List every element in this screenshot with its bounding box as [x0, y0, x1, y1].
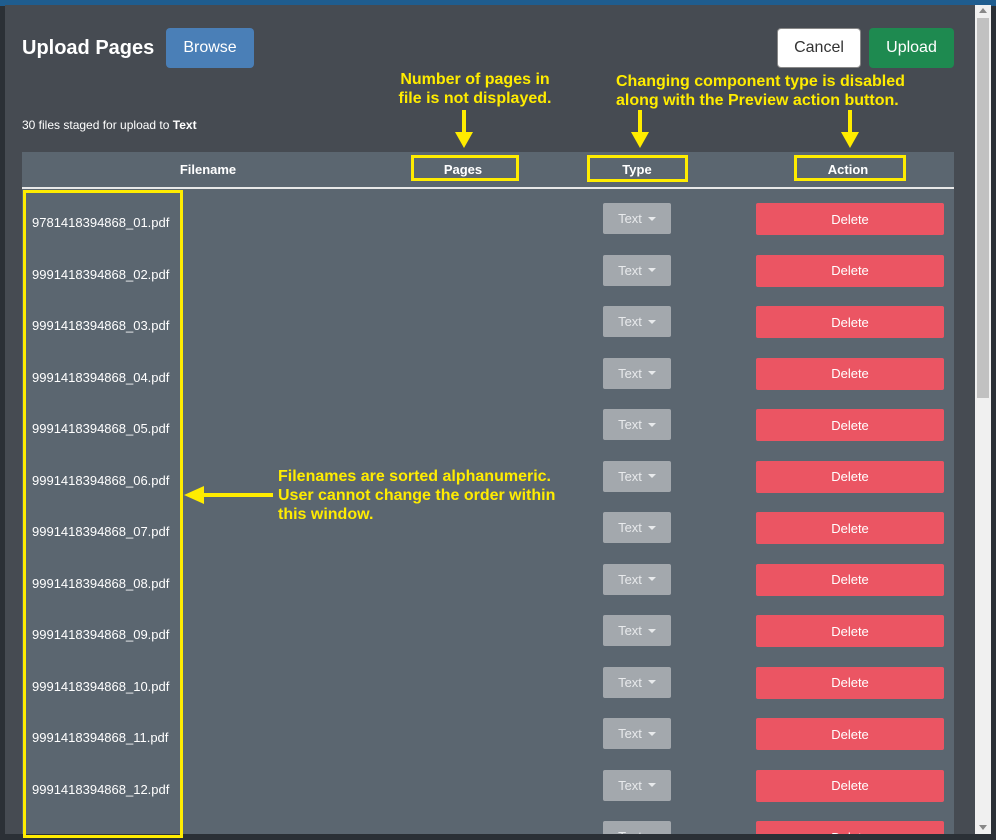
row-type-dropdown: Text: [603, 512, 671, 543]
row-type-dropdown: Text: [603, 306, 671, 337]
caret-down-icon: [647, 577, 656, 581]
annotation-pages-note-line1: Number of pages in: [400, 71, 550, 88]
staged-status: 30 files staged for upload to Text: [22, 118, 197, 132]
row-type-label: Text: [618, 520, 642, 535]
browse-button[interactable]: Browse: [166, 28, 254, 68]
scrollbar-thumb[interactable]: [977, 18, 989, 398]
annotation-filename-note: Filenames are sorted alphanumeric. User …: [278, 467, 598, 524]
modal-title: Upload Pages: [22, 37, 155, 59]
arrow-head-filenames-icon: [184, 486, 204, 504]
row-type-dropdown: Text: [603, 563, 671, 595]
annotation-filename-note-line3: this window.: [278, 506, 374, 523]
caret-down-icon: [647, 422, 656, 427]
row-delete-button[interactable]: Delete: [756, 769, 944, 802]
row-delete-button[interactable]: Delete: [756, 306, 944, 338]
staged-target: Text: [172, 118, 197, 132]
row-type-label: Text: [618, 417, 642, 432]
annotation-pages-note-line2: file is not displayed.: [398, 90, 552, 107]
annotation-filename-note-line1: Filenames are sorted alphanumeric.: [278, 468, 551, 485]
row-type-dropdown: Text: [603, 460, 671, 492]
row-delete-button[interactable]: Delete: [756, 357, 944, 390]
annotation-box-filenames: [23, 190, 183, 838]
row-type-label: Text: [618, 777, 642, 793]
row-type-dropdown: Text: [603, 821, 671, 834]
arrow-down-action-icon: [848, 110, 852, 132]
scroll-up-arrow-icon[interactable]: [979, 8, 987, 13]
arrow-head-action-icon: [841, 132, 859, 148]
row-delete-button[interactable]: Delete: [756, 254, 944, 287]
row-type-label: Text: [618, 314, 642, 329]
row-delete-button[interactable]: Delete: [756, 821, 944, 834]
arrow-head-pages-icon: [455, 132, 473, 148]
row-type-dropdown: Text: [603, 769, 671, 801]
annotation-type-note-line1: Changing component type is disabled: [616, 73, 905, 90]
row-type-label: Text: [618, 829, 642, 834]
cancel-button[interactable]: Cancel: [777, 28, 861, 68]
annotation-filename-note-line2: User cannot change the order within: [278, 487, 556, 504]
row-type-dropdown: Text: [603, 357, 671, 389]
caret-down-icon: [647, 680, 656, 684]
caret-down-icon: [647, 525, 656, 530]
annotation-box-pages: [411, 155, 519, 181]
row-type-label: Text: [618, 674, 642, 690]
annotation-box-type: [587, 155, 688, 182]
caret-down-icon: [647, 628, 656, 633]
upload-button[interactable]: Upload: [869, 28, 954, 68]
row-type-dropdown: Text: [603, 254, 671, 286]
annotation-box-action: [794, 155, 906, 181]
arrow-down-pages-icon: [462, 110, 466, 132]
row-type-label: Text: [618, 262, 642, 278]
row-delete-button[interactable]: Delete: [756, 718, 944, 750]
arrow-down-type-icon: [638, 110, 642, 132]
row-type-label: Text: [618, 571, 642, 587]
row-delete-button[interactable]: Delete: [756, 512, 944, 544]
row-type-dropdown: Text: [603, 666, 671, 698]
row-delete-button[interactable]: Delete: [756, 563, 944, 596]
row-type-dropdown: Text: [603, 203, 671, 234]
row-type-label: Text: [618, 211, 642, 226]
caret-down-icon: [647, 268, 656, 272]
annotation-type-note-line2: along with the Preview action button.: [616, 92, 899, 109]
row-delete-button[interactable]: Delete: [756, 409, 944, 441]
caret-down-icon: [647, 216, 656, 221]
row-type-label: Text: [618, 468, 642, 484]
row-type-label: Text: [618, 623, 642, 638]
annotation-type-note: Changing component type is disabled alon…: [616, 72, 956, 110]
arrow-head-type-icon: [631, 132, 649, 148]
row-delete-button[interactable]: Delete: [756, 460, 944, 493]
row-type-label: Text: [618, 365, 642, 381]
scroll-down-arrow-icon[interactable]: [979, 825, 987, 830]
caret-down-icon: [647, 371, 656, 375]
row-delete-button[interactable]: Delete: [756, 615, 944, 647]
caret-down-icon: [647, 474, 656, 478]
arrow-left-filenames-icon: [203, 493, 273, 497]
annotation-pages-note: Number of pages in file is not displayed…: [390, 70, 560, 108]
row-delete-button[interactable]: Delete: [756, 666, 944, 699]
header-filename: Filename: [179, 162, 237, 177]
caret-down-icon: [647, 731, 656, 736]
row-type-dropdown: Text: [603, 409, 671, 440]
row-type-dropdown: Text: [603, 615, 671, 646]
row-type-dropdown: Text: [603, 718, 671, 749]
row-delete-button[interactable]: Delete: [756, 203, 944, 235]
caret-down-icon: [647, 783, 656, 787]
caret-down-icon: [647, 319, 656, 324]
row-type-label: Text: [618, 726, 642, 741]
staged-status-text: 30 files staged for upload to: [22, 118, 173, 132]
